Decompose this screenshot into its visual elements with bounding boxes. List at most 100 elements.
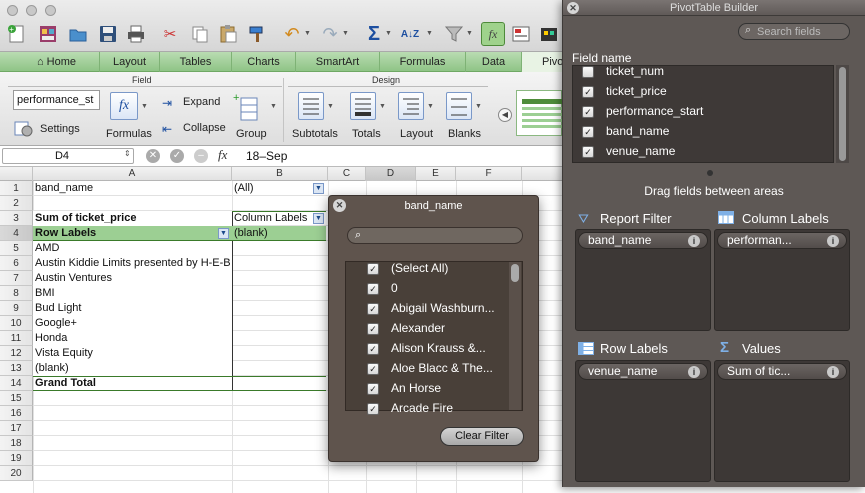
filter-item-label[interactable]: Aloe Blacc & The...	[391, 361, 493, 375]
splitter-handle-icon[interactable]	[707, 170, 713, 176]
subtotals-icon[interactable]	[298, 92, 324, 120]
row-header-8[interactable]: 8	[0, 286, 33, 301]
filter-item-checkbox[interactable]: ✓	[367, 263, 379, 275]
zoom-window-button[interactable]	[45, 5, 56, 16]
blank-rows-icon[interactable]	[446, 92, 472, 120]
field-settings-icon[interactable]	[14, 120, 34, 138]
field-name-input[interactable]: performance_st	[13, 90, 100, 110]
formula-dropdown-icon[interactable]: ‒	[194, 149, 208, 163]
row-labels-dropdown-icon[interactable]: ▼	[218, 228, 229, 239]
report-filter-info-icon[interactable]: i	[688, 235, 700, 247]
pivot-row-label[interactable]: Austin Kiddie Limits presented by H-E-B	[33, 256, 232, 271]
tab-charts[interactable]: Charts	[232, 52, 296, 72]
blank-rows-label[interactable]: Blanks	[448, 128, 481, 140]
filter-item-label[interactable]: Alison Krauss &...	[391, 341, 486, 355]
filter-search-input[interactable]: ⌕	[347, 227, 523, 244]
filter-icon[interactable]	[442, 22, 466, 46]
row-labels-info-icon[interactable]: i	[688, 366, 700, 378]
filter-item-checkbox[interactable]: ✓	[367, 383, 379, 395]
field-checkbox[interactable]	[582, 66, 594, 78]
expand-icon[interactable]: ⇥	[162, 96, 180, 110]
filter-item-checkbox[interactable]: ✓	[367, 283, 379, 295]
undo-dropdown-icon[interactable]: ▼	[304, 30, 311, 37]
cell-b4[interactable]: (blank)	[232, 226, 326, 241]
tab-smartart[interactable]: SmartArt	[296, 52, 380, 72]
formulas-dropdown-icon[interactable]: ▼	[141, 103, 148, 110]
field-label[interactable]: ticket_num	[606, 64, 664, 78]
field-list-scrollbar[interactable]	[836, 65, 849, 163]
values-info-icon[interactable]: i	[827, 366, 839, 378]
insert-function-icon[interactable]: fx	[218, 147, 227, 163]
filter-item-checkbox[interactable]: ✓	[367, 403, 379, 415]
redo-dropdown-icon[interactable]: ▼	[342, 30, 349, 37]
row-header-15[interactable]: 15	[0, 391, 33, 406]
field-search-input[interactable]: ⌕ Search fields	[738, 23, 850, 40]
pivot-row-label[interactable]: Google+	[33, 316, 232, 331]
tab-home[interactable]: ⌂ Home	[14, 52, 100, 72]
row-header-1[interactable]: 1	[0, 181, 33, 196]
new-icon[interactable]: +	[5, 22, 29, 46]
subtotals-dropdown-icon[interactable]: ▼	[327, 103, 334, 110]
tab-layout[interactable]: Layout	[100, 52, 160, 72]
cell-a3[interactable]: Sum of ticket_price	[33, 211, 232, 226]
pivot-style-gallery[interactable]	[516, 90, 562, 136]
field-scrollbar-thumb[interactable]	[839, 67, 846, 161]
row-header-4[interactable]: 4	[0, 226, 33, 241]
select-all-corner[interactable]	[0, 167, 33, 181]
expand-label[interactable]: Expand	[183, 96, 220, 108]
cell-a4[interactable]: Row Labels	[33, 226, 218, 241]
cell-a1[interactable]: band_name	[33, 181, 232, 196]
column-header-f[interactable]: F	[456, 167, 522, 181]
cell-a14[interactable]: Grand Total	[33, 376, 232, 391]
pivot-row-label[interactable]: BMI	[33, 286, 232, 301]
row-header-9[interactable]: 9	[0, 301, 33, 316]
filter-item-label[interactable]: Alexander	[391, 321, 445, 335]
redo-icon[interactable]: ↷	[318, 22, 342, 46]
save-icon[interactable]	[96, 22, 120, 46]
close-window-button[interactable]	[7, 5, 18, 16]
filter-item-label[interactable]: 0	[391, 281, 398, 295]
totals-icon[interactable]	[350, 92, 376, 120]
field-label[interactable]: venue_name	[606, 144, 675, 158]
formulas-label[interactable]: Formulas	[106, 128, 152, 140]
format-painter-icon[interactable]	[245, 22, 269, 46]
copy-icon[interactable]	[188, 22, 212, 46]
row-header-11[interactable]: 11	[0, 331, 33, 346]
column-header-c[interactable]: C	[328, 167, 366, 181]
confirm-entry-icon[interactable]: ✓	[170, 149, 184, 163]
group-dropdown-icon[interactable]: ▼	[270, 103, 277, 110]
field-checkbox[interactable]: ✓	[582, 146, 594, 158]
sort-icon[interactable]: A↓Z	[398, 22, 422, 46]
collapse-icon[interactable]: ⇤	[162, 122, 180, 136]
pivot-row-label[interactable]: (blank)	[33, 361, 232, 376]
formula-content[interactable]: 18–Sep	[246, 149, 287, 163]
autosum-icon[interactable]: Σ	[362, 22, 386, 46]
cancel-entry-icon[interactable]: ✕	[146, 149, 160, 163]
filter-item-checkbox[interactable]: ✓	[367, 343, 379, 355]
group-label[interactable]: Group	[236, 128, 267, 140]
column-header-e[interactable]: E	[416, 167, 456, 181]
filter-item-checkbox[interactable]: ✓	[367, 303, 379, 315]
tab-tables[interactable]: Tables	[160, 52, 232, 72]
open-icon[interactable]	[66, 22, 90, 46]
totals-dropdown-icon[interactable]: ▼	[379, 103, 386, 110]
row-header-14[interactable]: 14	[0, 376, 33, 391]
field-label[interactable]: ticket_price	[606, 84, 667, 98]
field-checkbox[interactable]: ✓	[582, 106, 594, 118]
pivot-row-label[interactable]: Honda	[33, 331, 232, 346]
column-header-a[interactable]: A	[33, 167, 232, 181]
paste-icon[interactable]	[216, 22, 240, 46]
toolbox-icon[interactable]	[537, 22, 561, 46]
filter-item-label[interactable]: (Select All)	[391, 261, 448, 275]
filter-item-checkbox[interactable]: ✓	[367, 323, 379, 335]
column-header-d[interactable]: D	[366, 167, 416, 181]
row-header-2[interactable]: 2	[0, 196, 33, 211]
cell-b3[interactable]: Column Labels	[232, 211, 312, 226]
minimize-window-button[interactable]	[26, 5, 37, 16]
row-header-13[interactable]: 13	[0, 361, 33, 376]
filter-item-label[interactable]: Abigail Washburn...	[391, 301, 495, 315]
tab-formulas[interactable]: Formulas	[380, 52, 466, 72]
name-box-stepper-icon[interactable]: ⇕	[124, 149, 131, 158]
row-header-20[interactable]: 20	[0, 466, 33, 481]
row-header-5[interactable]: 5	[0, 241, 33, 256]
